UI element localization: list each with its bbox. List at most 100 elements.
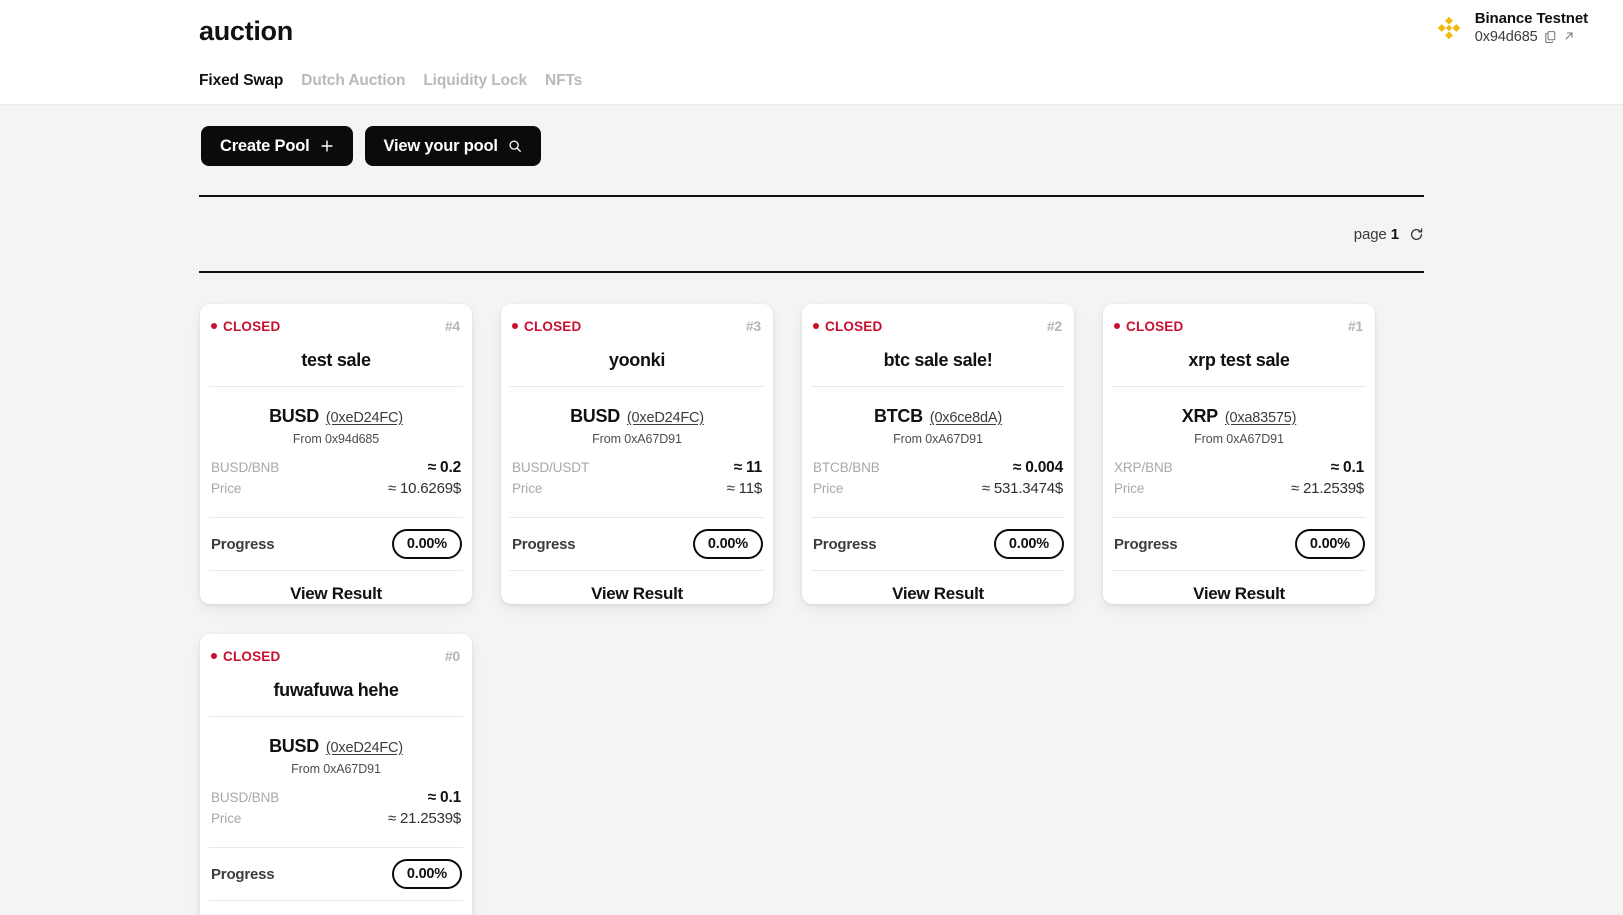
token-address-link[interactable]: (0xeD24FC)	[627, 410, 704, 426]
binance-logo-icon	[1434, 13, 1464, 43]
token-block: BTCB (0x6ce8dA) From 0xA67D91	[811, 387, 1065, 446]
token-address-link[interactable]: (0x6ce8dA)	[930, 410, 1002, 426]
pool-id: #0	[445, 648, 460, 664]
token-symbol: BUSD	[269, 736, 319, 757]
pool-card[interactable]: CLOSED #2 btc sale sale! BTCB (0x6ce8dA)…	[802, 304, 1074, 604]
pool-card[interactable]: CLOSED #3 yoonki BUSD (0xeD24FC) From 0x…	[501, 304, 773, 604]
card-header: CLOSED #2	[811, 318, 1065, 334]
token-line: BTCB (0x6ce8dA)	[811, 406, 1065, 427]
token-address-link[interactable]: (0xeD24FC)	[326, 410, 403, 426]
pool-card[interactable]: CLOSED #1 xrp test sale XRP (0xa83575) F…	[1103, 304, 1375, 604]
pair-row: BTCB/BNB ≈ 0.004	[813, 459, 1063, 480]
progress-row: Progress 0.00%	[1112, 518, 1366, 570]
tab-nfts[interactable]: NFTs	[545, 72, 582, 90]
token-block: BUSD (0xeD24FC) From 0x94d685	[209, 387, 463, 446]
pool-title: xrp test sale	[1112, 350, 1366, 371]
pool-card[interactable]: CLOSED #0 fuwafuwa hehe BUSD (0xeD24FC) …	[200, 634, 472, 915]
pair-row: XRP/BNB ≈ 0.1	[1114, 459, 1364, 480]
pool-card[interactable]: CLOSED #4 test sale BUSD (0xeD24FC) From…	[200, 304, 472, 604]
pool-id: #2	[1047, 318, 1062, 334]
tab-dutch-auction[interactable]: Dutch Auction	[301, 72, 405, 90]
pair-label: BUSD/USDT	[512, 460, 589, 475]
progress-label: Progress	[211, 536, 274, 553]
price-value: ≈ 11$	[727, 480, 762, 497]
pool-title: fuwafuwa hehe	[209, 680, 463, 701]
header-inner: auction Fixed Swap Dutch Auction Liquidi…	[199, 0, 1424, 104]
token-symbol: BTCB	[874, 406, 923, 427]
status-label: CLOSED	[223, 319, 280, 334]
pair-label: BUSD/BNB	[211, 790, 279, 805]
progress-label: Progress	[211, 866, 274, 883]
token-creator: From 0xA67D91	[209, 762, 463, 776]
token-creator: From 0xA67D91	[510, 432, 764, 446]
price-label: Price	[813, 481, 843, 496]
status-label: CLOSED	[524, 319, 581, 334]
create-pool-button[interactable]: Create Pool	[201, 126, 353, 166]
pool-id: #1	[1348, 318, 1363, 334]
metric-rows: XRP/BNB ≈ 0.1 Price ≈ 21.2539$	[1112, 446, 1366, 501]
view-result-button[interactable]: View Result	[209, 901, 463, 915]
pool-grid: CLOSED #4 test sale BUSD (0xeD24FC) From…	[199, 304, 1424, 915]
status-badge: CLOSED	[211, 319, 280, 334]
token-line: BUSD (0xeD24FC)	[510, 406, 764, 427]
divider-bottom	[199, 271, 1424, 273]
view-your-pool-button[interactable]: View your pool	[365, 126, 541, 166]
price-label: Price	[512, 481, 542, 496]
status-dot-icon	[211, 653, 217, 659]
page-prefix: page	[1354, 226, 1391, 243]
pair-row: BUSD/BNB ≈ 0.1	[211, 789, 461, 810]
copy-icon[interactable]	[1544, 30, 1557, 44]
progress-badge[interactable]: 0.00%	[693, 529, 763, 559]
token-address-link[interactable]: (0xeD24FC)	[326, 740, 403, 756]
status-dot-icon	[211, 323, 217, 329]
price-value: ≈ 531.3474$	[982, 480, 1063, 497]
progress-badge[interactable]: 0.00%	[392, 859, 462, 889]
card-header: CLOSED #3	[510, 318, 764, 334]
token-address-link[interactable]: (0xa83575)	[1225, 410, 1296, 426]
token-line: BUSD (0xeD24FC)	[209, 736, 463, 757]
token-creator: From 0xA67D91	[811, 432, 1065, 446]
action-toolbar: Create Pool View your pool	[199, 126, 1424, 166]
metric-rows: BUSD/USDT ≈ 11 Price ≈ 11$	[510, 446, 764, 501]
view-result-button[interactable]: View Result	[510, 571, 764, 604]
price-value: ≈ 21.2539$	[388, 810, 461, 827]
wallet-address: 0x94d685	[1475, 29, 1538, 45]
wallet-widget[interactable]: Binance Testnet 0x94d685	[1434, 10, 1588, 45]
progress-row: Progress 0.00%	[811, 518, 1065, 570]
token-block: XRP (0xa83575) From 0xA67D91	[1112, 387, 1366, 446]
token-line: XRP (0xa83575)	[1112, 406, 1366, 427]
status-badge: CLOSED	[1114, 319, 1183, 334]
app-root: auction Fixed Swap Dutch Auction Liquidi…	[0, 0, 1623, 915]
plus-icon	[320, 139, 334, 153]
card-header: CLOSED #1	[1112, 318, 1366, 334]
pair-label: BTCB/BNB	[813, 460, 880, 475]
price-row: Price ≈ 11$	[512, 480, 762, 501]
pair-label: XRP/BNB	[1114, 460, 1173, 475]
view-result-button[interactable]: View Result	[1112, 571, 1366, 604]
pair-value: ≈ 0.1	[1331, 459, 1364, 477]
pair-label: BUSD/BNB	[211, 460, 279, 475]
price-value: ≈ 10.6269$	[388, 480, 461, 497]
external-link-icon[interactable]	[1563, 30, 1576, 44]
card-header: CLOSED #4	[209, 318, 463, 334]
price-row: Price ≈ 531.3474$	[813, 480, 1063, 501]
price-label: Price	[211, 481, 241, 496]
progress-badge[interactable]: 0.00%	[392, 529, 462, 559]
token-symbol: BUSD	[570, 406, 620, 427]
main-content: Create Pool View your pool pa	[199, 105, 1424, 915]
progress-badge[interactable]: 0.00%	[994, 529, 1064, 559]
pool-title: btc sale sale!	[811, 350, 1065, 371]
status-dot-icon	[512, 323, 518, 329]
view-result-button[interactable]: View Result	[209, 571, 463, 604]
metric-rows: BTCB/BNB ≈ 0.004 Price ≈ 531.3474$	[811, 446, 1065, 501]
progress-badge[interactable]: 0.00%	[1295, 529, 1365, 559]
progress-row: Progress 0.00%	[209, 518, 463, 570]
status-badge: CLOSED	[813, 319, 882, 334]
refresh-icon[interactable]	[1408, 226, 1424, 242]
tab-liquidity-lock[interactable]: Liquidity Lock	[423, 72, 527, 90]
price-row: Price ≈ 10.6269$	[211, 480, 461, 501]
progress-row: Progress 0.00%	[510, 518, 764, 570]
view-result-button[interactable]: View Result	[811, 571, 1065, 604]
price-label: Price	[211, 811, 241, 826]
tab-fixed-swap[interactable]: Fixed Swap	[199, 72, 283, 90]
